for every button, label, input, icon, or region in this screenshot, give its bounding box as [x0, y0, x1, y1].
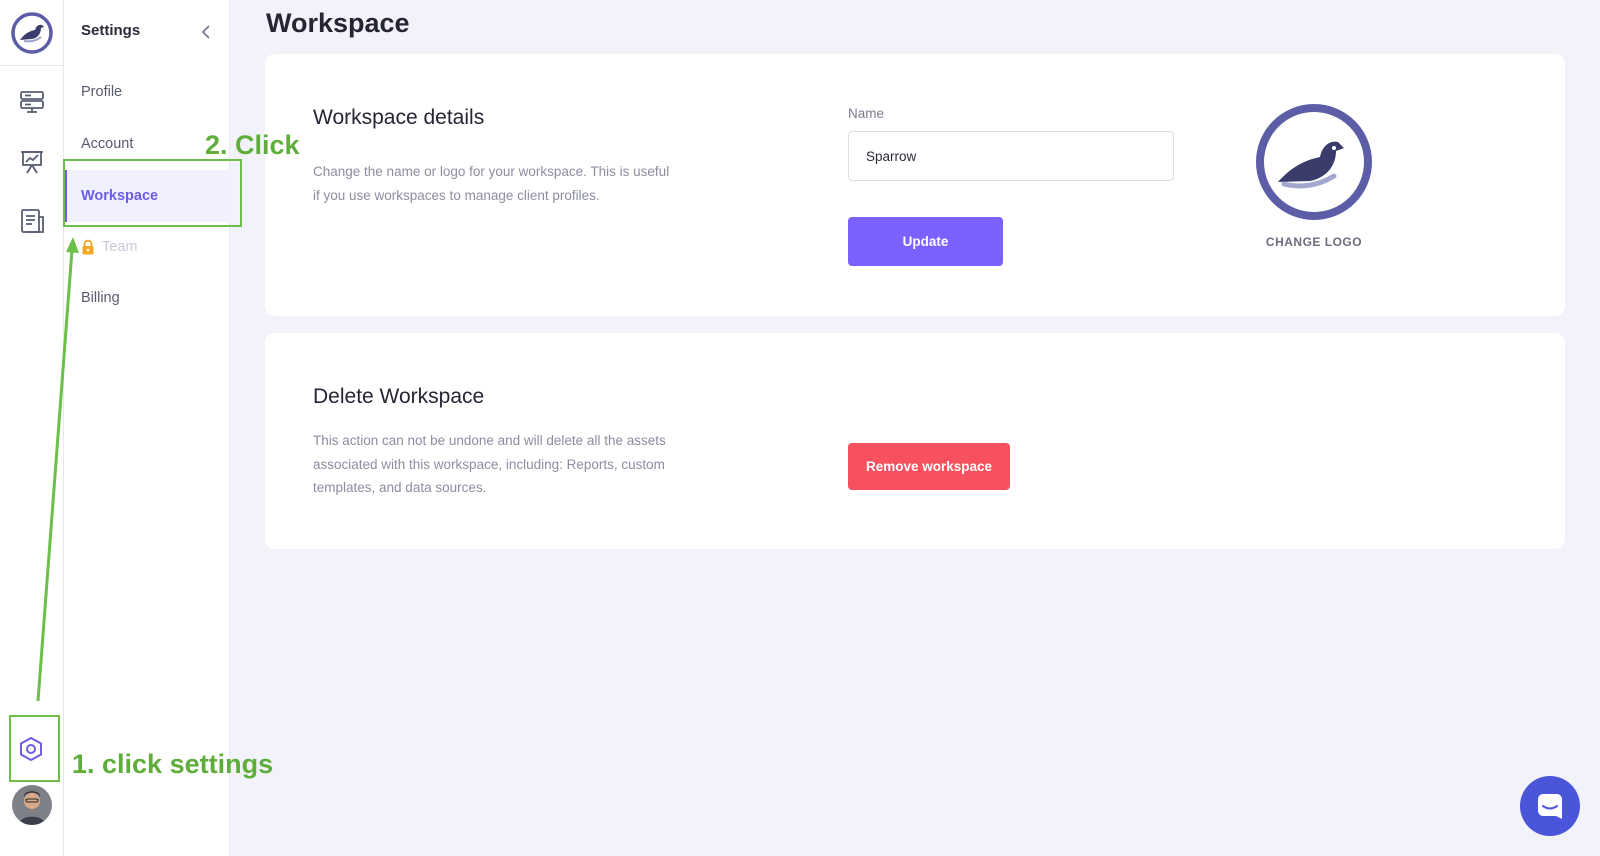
sidebar-item-label: Billing — [81, 290, 120, 306]
sidebar-item-billing[interactable]: Billing — [64, 272, 230, 324]
annotation-step-2: 2. Click — [205, 130, 300, 160]
settings-gear-icon[interactable] — [15, 733, 47, 765]
presentation-chart-icon[interactable] — [16, 146, 48, 178]
page-title: Workspace — [266, 8, 410, 38]
icon-rail — [0, 0, 64, 856]
sidebar-item-label: Workspace — [81, 188, 159, 204]
sidebar-item-profile[interactable]: Profile — [64, 66, 230, 118]
remove-workspace-button[interactable]: Remove workspace — [848, 443, 1010, 490]
servers-icon[interactable] — [16, 86, 48, 118]
sidebar-item-workspace[interactable]: Workspace — [64, 170, 230, 222]
workspace-name-input[interactable] — [848, 131, 1174, 181]
delete-workspace-card: Delete Workspace This action can not be … — [265, 333, 1565, 549]
update-button[interactable]: Update — [848, 217, 1003, 266]
sidebar-item-label: Profile — [81, 84, 123, 100]
sidebar-item-team[interactable]: Team — [64, 221, 230, 273]
user-avatar[interactable] — [12, 785, 52, 825]
sparrow-logo-icon — [10, 11, 53, 54]
details-description: Change the name or logo for your workspa… — [313, 164, 670, 203]
chat-launcher-button[interactable] — [1520, 776, 1580, 836]
annotation-step-1: 1. click settings — [72, 749, 274, 779]
document-icon[interactable] — [16, 205, 48, 237]
delete-description: This action can not be undone and will d… — [313, 433, 666, 495]
sidebar-item-label: Team — [102, 239, 138, 255]
lock-icon — [82, 239, 94, 255]
chat-icon — [1538, 794, 1562, 819]
app-logo[interactable] — [0, 0, 63, 66]
workspace-logo-icon[interactable] — [1254, 102, 1374, 222]
delete-heading: Delete Workspace — [313, 385, 485, 408]
settings-title: Settings — [81, 22, 141, 39]
settings-sidebar: Settings Profile Account Workspace Team … — [64, 0, 230, 856]
change-logo-link[interactable]: CHANGE LOGO — [1244, 235, 1384, 249]
workspace-details-card: Workspace details Change the name or log… — [265, 54, 1565, 316]
chevron-left-icon[interactable] — [199, 24, 213, 40]
name-label: Name — [848, 106, 885, 121]
details-heading: Workspace details — [313, 106, 485, 129]
sidebar-item-label: Account — [81, 136, 134, 152]
